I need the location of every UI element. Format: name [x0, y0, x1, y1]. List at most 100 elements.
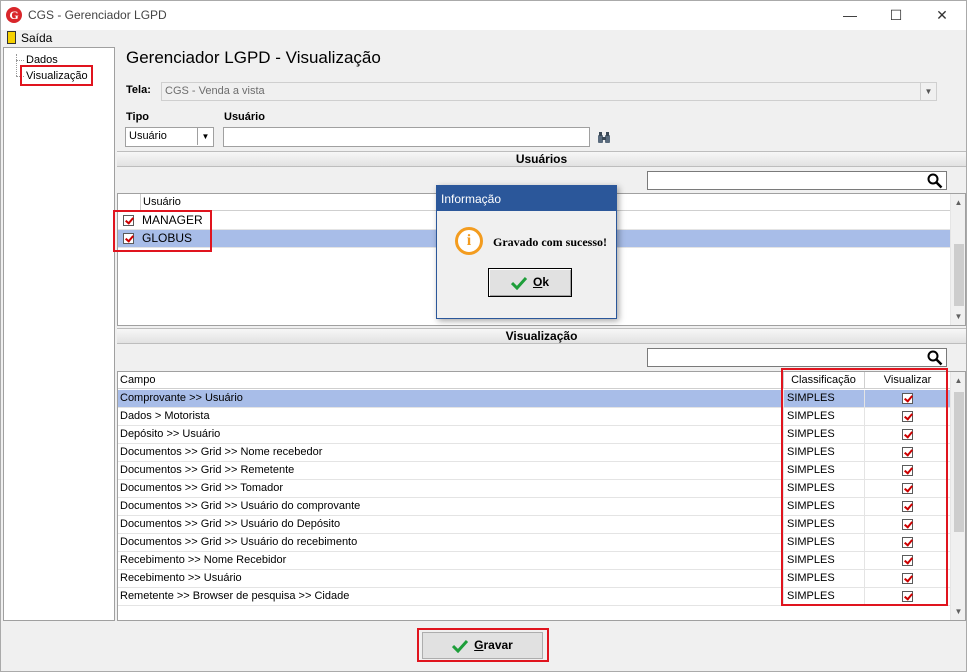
- scroll-thumb[interactable]: [954, 392, 964, 532]
- visualizar-checkbox[interactable]: [902, 501, 913, 512]
- scroll-up-icon[interactable]: ▲: [951, 372, 965, 389]
- dialog-message: Gravado com sucesso!: [493, 235, 607, 249]
- table-row[interactable]: Recebimento >> Usuário SIMPLES: [118, 570, 950, 588]
- visualizar-checkbox[interactable]: [902, 465, 913, 476]
- campo-cell: Remetente >> Browser de pesquisa >> Cida…: [120, 590, 350, 602]
- visualizar-checkbox[interactable]: [902, 429, 913, 440]
- search-icon[interactable]: [927, 173, 943, 189]
- visualizar-cell: [864, 390, 950, 407]
- visualization-grid-header: Campo Classificação Visualizar: [118, 372, 950, 389]
- main-window: G CGS - Gerenciador LGPD — ☐ ✕ Saída Dad…: [0, 0, 967, 672]
- visualizar-checkbox[interactable]: [902, 483, 913, 494]
- campo-cell: Comprovante >> Usuário: [120, 392, 243, 404]
- tipo-select[interactable]: Usuário ▼: [125, 127, 214, 147]
- column-campo[interactable]: Campo: [120, 372, 155, 388]
- campo-cell: Depósito >> Usuário: [120, 428, 221, 440]
- table-row[interactable]: Recebimento >> Nome Recebidor SIMPLES: [118, 552, 950, 570]
- table-row[interactable]: Comprovante >> Usuário SIMPLES: [118, 390, 950, 408]
- user-checkbox[interactable]: [123, 233, 134, 244]
- visualizar-cell: [864, 552, 950, 569]
- chevron-down-icon: ▼: [920, 83, 936, 100]
- window-title: CGS - Gerenciador LGPD: [28, 8, 167, 22]
- dialog-title: Informação: [437, 186, 616, 211]
- tela-value: CGS - Venda a vista: [165, 85, 265, 97]
- visualizar-cell: [864, 534, 950, 551]
- binoculars-icon[interactable]: [597, 132, 611, 144]
- minimize-button[interactable]: —: [827, 1, 873, 30]
- ok-button[interactable]: Ok: [488, 268, 572, 297]
- info-icon: i: [455, 227, 483, 255]
- check-icon: [452, 639, 469, 653]
- users-scrollbar[interactable]: ▲ ▼: [950, 194, 965, 325]
- scroll-down-icon[interactable]: ▼: [951, 603, 965, 620]
- menu-bar: Saída: [1, 30, 966, 46]
- tree-item-visualizacao[interactable]: Visualização: [26, 70, 88, 82]
- classificacao-cell: SIMPLES: [783, 426, 835, 443]
- save-button[interactable]: Gravar: [422, 632, 543, 659]
- door-exit-icon: [7, 31, 16, 44]
- user-checkbox[interactable]: [123, 215, 134, 226]
- campo-cell: Documentos >> Grid >> Remetente: [120, 464, 295, 476]
- ok-accel: O: [532, 275, 543, 289]
- visualizar-checkbox[interactable]: [902, 555, 913, 566]
- table-row[interactable]: Remetente >> Browser de pesquisa >> Cida…: [118, 588, 950, 606]
- app-logo-icon: G: [6, 7, 22, 23]
- search-icon[interactable]: [927, 350, 943, 366]
- users-search-input[interactable]: [647, 171, 947, 190]
- column-classificacao[interactable]: Classificação: [783, 372, 863, 389]
- visualizar-checkbox[interactable]: [902, 393, 913, 404]
- scroll-up-icon[interactable]: ▲: [951, 194, 965, 211]
- table-row[interactable]: Depósito >> Usuário SIMPLES: [118, 426, 950, 444]
- visualizar-cell: [864, 444, 950, 461]
- scroll-down-icon[interactable]: ▼: [951, 308, 965, 325]
- tipo-label: Tipo: [126, 111, 150, 123]
- campo-cell: Recebimento >> Usuário: [120, 572, 242, 584]
- visualization-search-input[interactable]: [647, 348, 947, 367]
- tela-select[interactable]: CGS - Venda a vista ▼: [161, 82, 937, 101]
- campo-cell: Documentos >> Grid >> Tomador: [120, 482, 284, 494]
- maximize-button[interactable]: ☐: [873, 1, 919, 30]
- visualizar-cell: [864, 426, 950, 443]
- save-label: ravar: [483, 638, 513, 652]
- visualizar-checkbox[interactable]: [902, 447, 913, 458]
- close-button[interactable]: ✕: [919, 1, 965, 30]
- tree-item-dados[interactable]: Dados: [26, 54, 58, 66]
- table-row[interactable]: Documentos >> Grid >> Usuário do recebim…: [118, 534, 950, 552]
- table-row[interactable]: Documentos >> Grid >> Usuário do comprov…: [118, 498, 950, 516]
- title-bar: G CGS - Gerenciador LGPD — ☐ ✕: [1, 1, 966, 30]
- visualizar-checkbox[interactable]: [902, 537, 913, 548]
- visualizar-checkbox[interactable]: [902, 591, 913, 602]
- column-visualizar[interactable]: Visualizar: [864, 372, 950, 389]
- visualization-section-header: Visualização: [117, 328, 966, 344]
- table-row[interactable]: Documentos >> Grid >> Nome recebedor SIMP…: [118, 444, 950, 462]
- visualizar-cell: [864, 588, 950, 605]
- table-row[interactable]: Dados > Motorista SIMPLES: [118, 408, 950, 426]
- visualizar-cell: [864, 462, 950, 479]
- table-row[interactable]: Documentos >> Grid >> Usuário do Depósit…: [118, 516, 950, 534]
- visualization-grid: Campo Classificação Visualizar Comprovan…: [117, 371, 966, 621]
- visualizar-checkbox[interactable]: [902, 519, 913, 530]
- classificacao-cell: SIMPLES: [783, 588, 835, 605]
- navigation-tree: Dados Visualização: [3, 47, 115, 621]
- tipo-value: Usuário: [129, 130, 167, 142]
- visualizar-checkbox[interactable]: [902, 573, 913, 584]
- classificacao-cell: SIMPLES: [783, 462, 835, 479]
- visualizar-cell: [864, 516, 950, 533]
- user-name: GLOBUS: [142, 231, 193, 245]
- classificacao-cell: SIMPLES: [783, 480, 835, 497]
- scroll-thumb[interactable]: [954, 244, 964, 306]
- usuario-label: Usuário: [224, 111, 265, 123]
- tree-connector: [16, 76, 24, 77]
- ok-label: k: [542, 275, 550, 289]
- table-row[interactable]: Documentos >> Grid >> Tomador SIMPLES: [118, 480, 950, 498]
- visualization-scrollbar[interactable]: ▲ ▼: [950, 372, 965, 620]
- table-row[interactable]: Documentos >> Grid >> Remetente SIMPLES: [118, 462, 950, 480]
- visualizar-checkbox[interactable]: [902, 411, 913, 422]
- chevron-down-icon: ▼: [197, 128, 213, 145]
- menu-exit[interactable]: Saída: [21, 31, 52, 45]
- tela-label: Tela:: [126, 84, 151, 96]
- column-usuario[interactable]: Usuário: [140, 194, 181, 210]
- classificacao-cell: SIMPLES: [783, 552, 835, 569]
- usuario-input[interactable]: [223, 127, 590, 147]
- campo-cell: Dados > Motorista: [120, 410, 210, 422]
